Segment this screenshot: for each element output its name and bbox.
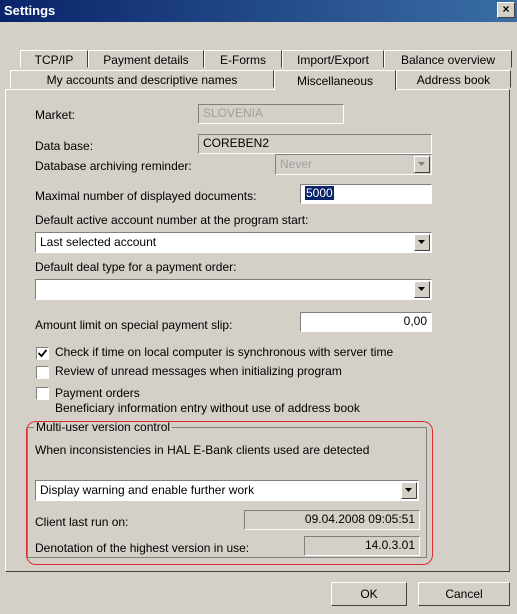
- tab-import-export[interactable]: Import/Export: [282, 50, 384, 68]
- default-deal-select[interactable]: [35, 279, 432, 300]
- default-deal-label: Default deal type for a payment order:: [35, 260, 237, 274]
- max-docs-input[interactable]: 5000: [300, 184, 432, 204]
- unread-messages-label: Review of unread messages when initializ…: [55, 364, 342, 378]
- unread-messages-checkbox[interactable]: [36, 366, 49, 379]
- tab-payment-details[interactable]: Payment details: [88, 50, 204, 68]
- market-label: Market:: [35, 108, 76, 122]
- tab-e-forms[interactable]: E-Forms: [204, 50, 282, 68]
- default-account-select[interactable]: Last selected account: [35, 232, 432, 253]
- tab-address-book[interactable]: Address book: [396, 70, 511, 88]
- highest-version-label: Denotation of the highest version in use…: [35, 541, 250, 555]
- window-title: Settings: [4, 3, 56, 18]
- multiuser-action-value: Display warning and enable further work: [40, 483, 255, 497]
- settings-dialog: Settings × TCP/IP Payment details E-Form…: [0, 0, 517, 614]
- default-account-label: Default active account number at the pro…: [35, 213, 309, 227]
- tab-balance-overview[interactable]: Balance overview: [384, 50, 512, 68]
- multiuser-action-select[interactable]: Display warning and enable further work: [35, 480, 419, 501]
- database-field: COREBEN2: [198, 134, 432, 154]
- max-docs-label: Maximal number of displayed documents:: [35, 189, 257, 203]
- tab-miscellaneous[interactable]: Miscellaneous: [274, 70, 396, 90]
- last-run-label: Client last run on:: [35, 515, 129, 529]
- payment-orders-sublabel: Beneficiary information entry without us…: [55, 401, 360, 415]
- default-account-value: Last selected account: [40, 235, 157, 249]
- multiuser-description: When inconsistencies in HAL E-Bank clien…: [35, 443, 370, 457]
- tab-my-accounts[interactable]: My accounts and descriptive names: [10, 70, 274, 88]
- cancel-button[interactable]: Cancel: [418, 582, 510, 606]
- tab-tcp-ip[interactable]: TCP/IP: [20, 50, 88, 68]
- highest-version-field: 14.0.3.01: [304, 536, 420, 556]
- sync-time-checkbox[interactable]: [36, 347, 49, 360]
- chevron-down-icon[interactable]: [414, 234, 430, 251]
- archiving-label: Database archiving reminder:: [35, 159, 192, 173]
- ok-button[interactable]: OK: [331, 582, 407, 606]
- close-button[interactable]: ×: [497, 2, 515, 18]
- title-bar: Settings ×: [0, 0, 517, 22]
- chevron-down-icon[interactable]: [401, 482, 417, 499]
- market-field: SLOVENIA: [198, 104, 344, 124]
- chevron-down-icon[interactable]: [414, 281, 430, 298]
- payment-orders-checkbox[interactable]: [36, 387, 49, 400]
- multiuser-group-title: Multi-user version control: [34, 420, 173, 434]
- archiving-select: Never: [275, 154, 432, 175]
- max-docs-value: 5000: [305, 186, 334, 200]
- last-run-field: 09.04.2008 09:05:51: [244, 510, 420, 530]
- chevron-down-icon: [414, 156, 430, 173]
- sync-time-label: Check if time on local computer is synch…: [55, 345, 394, 359]
- checkmark-icon: [38, 349, 47, 358]
- payment-orders-label: Payment orders: [55, 386, 140, 400]
- amount-limit-label: Amount limit on special payment slip:: [35, 318, 233, 332]
- database-label: Data base:: [35, 139, 94, 153]
- archiving-value: Never: [280, 157, 313, 171]
- amount-limit-input[interactable]: 0,00: [300, 312, 432, 332]
